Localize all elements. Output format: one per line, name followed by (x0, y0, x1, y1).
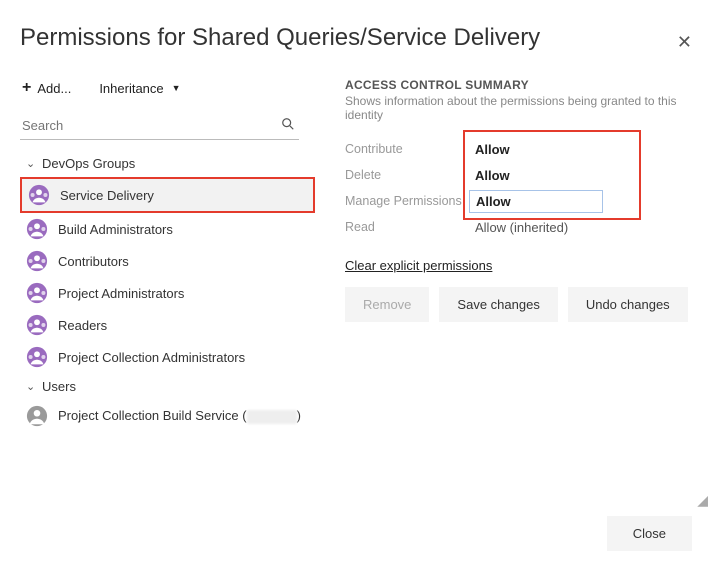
search-input-wrap (20, 112, 299, 140)
dialog-title: Permissions for Shared Queries/Service D… (20, 24, 712, 52)
perm-value-dropdown[interactable]: Allow (inherited) (469, 218, 574, 237)
identity-contributors[interactable]: Contributors (20, 245, 315, 277)
identity-readers[interactable]: Readers (20, 309, 315, 341)
undo-changes-button[interactable]: Undo changes (568, 287, 688, 322)
identity-label: Build Administrators (58, 222, 173, 237)
perm-label: Delete (345, 168, 469, 182)
user-icon (26, 405, 48, 427)
group-icon (26, 346, 48, 368)
save-changes-button[interactable]: Save changes (439, 287, 557, 322)
identity-label: Project Collection Administrators (58, 350, 245, 365)
close-button[interactable]: Close (607, 516, 692, 551)
perm-value-dropdown[interactable]: Allow (469, 190, 603, 213)
group-header-devops[interactable]: ⌄ DevOps Groups (20, 150, 315, 177)
perm-row-contribute: Contribute Allow (345, 136, 692, 162)
add-label: Add... (37, 81, 71, 96)
redacted-text (247, 410, 297, 424)
close-icon[interactable]: ✕ (671, 30, 698, 55)
identity-build-admins[interactable]: Build Administrators (20, 213, 315, 245)
identity-label: Contributors (58, 254, 129, 269)
search-input[interactable] (20, 112, 299, 139)
inheritance-dropdown[interactable]: Inheritance ▼ (97, 77, 182, 100)
perm-label: Manage Permissions (345, 194, 469, 208)
perm-label: Contribute (345, 142, 469, 156)
plus-icon: + (22, 80, 31, 96)
perm-value-dropdown[interactable]: Allow (469, 166, 516, 185)
remove-button[interactable]: Remove (345, 287, 429, 322)
group-icon (26, 314, 48, 336)
identity-label: Project Administrators (58, 286, 184, 301)
group-header-users[interactable]: ⌄ Users (20, 373, 315, 400)
perm-row-delete: Delete Allow (345, 162, 692, 188)
identity-build-service[interactable]: Project Collection Build Service () (20, 400, 315, 432)
resize-grip-icon[interactable]: ◢ (697, 492, 708, 509)
identity-label: Service Delivery (60, 188, 154, 203)
perm-value-dropdown[interactable]: Allow (469, 140, 516, 159)
perm-row-manage: Manage Permissions Allow (345, 188, 692, 214)
inheritance-label: Inheritance (99, 81, 163, 96)
perm-label: Read (345, 220, 469, 234)
group-icon (26, 282, 48, 304)
permissions-panel: ACCESS CONTROL SUMMARY Shows information… (315, 76, 712, 322)
identity-service-delivery[interactable]: Service Delivery (20, 177, 315, 213)
search-icon (281, 117, 295, 134)
acs-title: ACCESS CONTROL SUMMARY (345, 78, 692, 92)
group-icon (26, 218, 48, 240)
chevron-down-icon: ▼ (172, 83, 181, 93)
identity-label: Readers (58, 318, 107, 333)
identity-panel: + Add... Inheritance ▼ ⌄ DevOps Groups (0, 76, 315, 432)
clear-permissions-link[interactable]: Clear explicit permissions (345, 258, 492, 273)
identity-proj-coll-admins[interactable]: Project Collection Administrators (20, 341, 315, 373)
chevron-down-icon: ⌄ (26, 380, 36, 393)
identity-project-admins[interactable]: Project Administrators (20, 277, 315, 309)
chevron-down-icon: ⌄ (26, 157, 36, 170)
perm-row-read: Read Allow (inherited) (345, 214, 692, 240)
identity-label: Project Collection Build Service () (58, 408, 301, 424)
add-button[interactable]: + Add... (20, 76, 73, 100)
group-icon (28, 184, 50, 206)
acs-subtitle: Shows information about the permissions … (345, 94, 692, 122)
group-icon (26, 250, 48, 272)
